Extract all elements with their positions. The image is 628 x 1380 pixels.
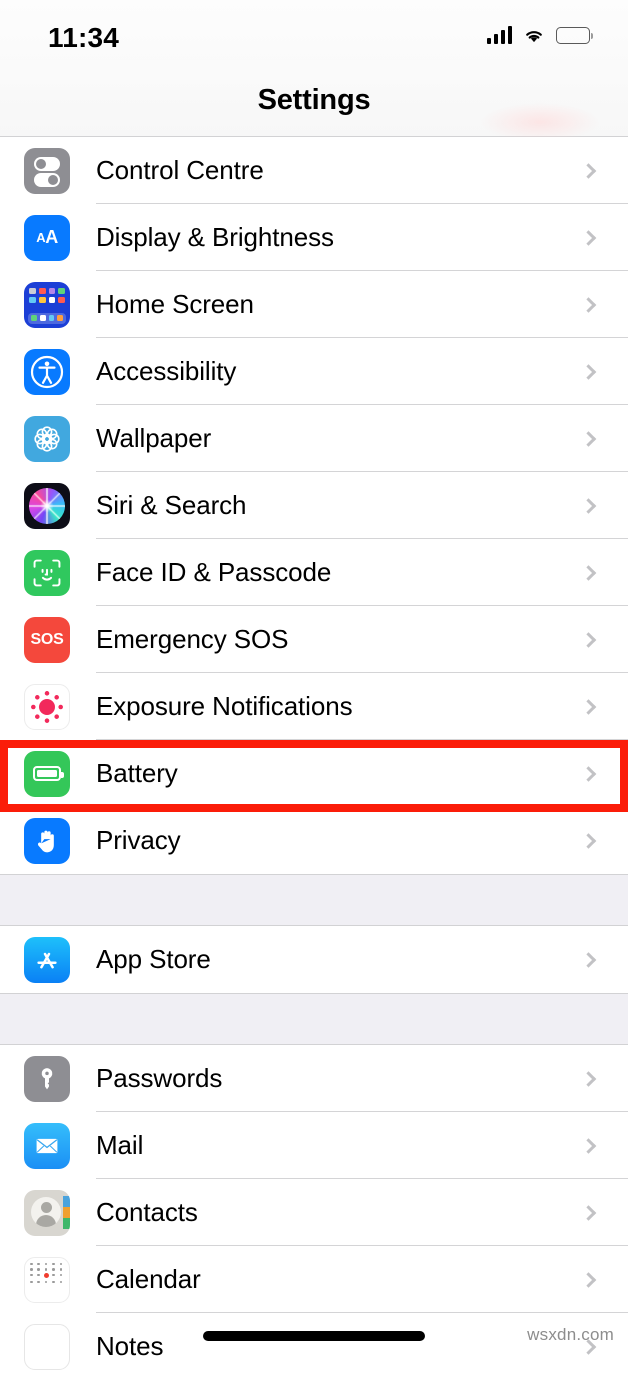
settings-row-label: Home Screen bbox=[96, 289, 254, 319]
settings-row-control-centre[interactable]: Control Centre bbox=[0, 137, 628, 204]
chevron-right-icon bbox=[580, 631, 597, 648]
settings-row-mail[interactable]: Mail bbox=[0, 1112, 628, 1179]
home-screen-icon bbox=[24, 281, 70, 328]
app-store-icon bbox=[24, 936, 70, 983]
group-spacer bbox=[0, 874, 628, 926]
watermark: wsxdn.com bbox=[527, 1325, 614, 1344]
chevron-right-icon bbox=[580, 229, 597, 246]
settings-row-label: Control Centre bbox=[96, 155, 264, 185]
wifi-icon bbox=[523, 27, 545, 44]
settings-row-wallpaper[interactable]: Wallpaper bbox=[0, 405, 628, 472]
navigation-bar: Settings bbox=[0, 72, 628, 142]
settings-row-app-store[interactable]: App Store bbox=[0, 926, 628, 993]
chevron-right-icon bbox=[580, 296, 597, 313]
settings-row-passwords[interactable]: Passwords bbox=[0, 1045, 628, 1112]
chevron-right-icon bbox=[580, 698, 597, 715]
cellular-signal-icon bbox=[486, 26, 512, 44]
chevron-right-icon bbox=[580, 430, 597, 447]
chevron-right-icon bbox=[580, 1137, 597, 1154]
chevron-right-icon bbox=[580, 832, 597, 849]
emergency-sos-icon: SOS bbox=[24, 616, 70, 663]
group-spacer bbox=[0, 993, 628, 1045]
settings-row-label: Battery bbox=[96, 758, 178, 788]
chevron-right-icon bbox=[580, 497, 597, 514]
settings-row-label: Contacts bbox=[96, 1197, 198, 1227]
status-bar: 11:34 bbox=[0, 0, 628, 72]
privacy-icon bbox=[24, 817, 70, 864]
chevron-right-icon bbox=[580, 162, 597, 179]
chevron-right-icon bbox=[580, 951, 597, 968]
settings-row-battery[interactable]: Battery bbox=[0, 740, 628, 807]
settings-row-label: Display & Brightness bbox=[96, 222, 334, 252]
settings-row-privacy[interactable]: Privacy bbox=[0, 807, 628, 874]
settings-row-siri-search[interactable]: Siri & Search bbox=[0, 472, 628, 539]
settings-group-store: App Store bbox=[0, 926, 628, 993]
chevron-right-icon bbox=[580, 363, 597, 380]
calendar-icon bbox=[24, 1256, 70, 1303]
face-id-icon bbox=[24, 549, 70, 596]
mail-icon bbox=[24, 1122, 70, 1169]
battery-icon bbox=[556, 26, 594, 44]
settings-row-emergency-sos[interactable]: SOS Emergency SOS bbox=[0, 606, 628, 673]
chevron-right-icon bbox=[580, 1070, 597, 1087]
accessibility-icon bbox=[24, 348, 70, 395]
settings-row-contacts[interactable]: Contacts bbox=[0, 1179, 628, 1246]
chevron-right-icon bbox=[580, 1204, 597, 1221]
settings-row-label: App Store bbox=[96, 944, 211, 974]
chevron-right-icon bbox=[580, 564, 597, 581]
siri-search-icon bbox=[24, 482, 70, 529]
contacts-icon bbox=[24, 1189, 70, 1236]
status-bar-indicators bbox=[486, 26, 594, 44]
chevron-right-icon bbox=[580, 765, 597, 782]
display-brightness-icon: AA bbox=[24, 214, 70, 261]
control-centre-icon bbox=[24, 147, 70, 194]
exposure-notifications-icon bbox=[24, 683, 70, 730]
settings-row-label: Mail bbox=[96, 1130, 144, 1160]
wallpaper-icon bbox=[24, 415, 70, 462]
settings-row-display-brightness[interactable]: AA Display & Brightness bbox=[0, 204, 628, 271]
settings-row-label: Calendar bbox=[96, 1264, 201, 1294]
settings-group-system: Control Centre AA Display & Brightness H… bbox=[0, 137, 628, 874]
settings-row-label: Emergency SOS bbox=[96, 624, 289, 654]
status-bar-time: 11:34 bbox=[48, 22, 120, 53]
settings-row-label: Privacy bbox=[96, 825, 181, 855]
chevron-right-icon bbox=[580, 1271, 597, 1288]
settings-row-label: Notes bbox=[96, 1331, 164, 1361]
settings-row-face-id[interactable]: Face ID & Passcode bbox=[0, 539, 628, 606]
settings-row-accessibility[interactable]: Accessibility bbox=[0, 338, 628, 405]
settings-row-label: Siri & Search bbox=[96, 490, 247, 520]
home-indicator[interactable] bbox=[203, 1331, 425, 1341]
settings-row-label: Passwords bbox=[96, 1063, 223, 1093]
settings-row-label: Accessibility bbox=[96, 356, 237, 386]
battery-settings-icon bbox=[24, 750, 70, 797]
page-title: Settings bbox=[257, 84, 371, 116]
settings-row-label: Exposure Notifications bbox=[96, 691, 353, 721]
settings-row-label: Face ID & Passcode bbox=[96, 557, 332, 587]
notes-icon bbox=[24, 1323, 70, 1370]
settings-row-home-screen[interactable]: Home Screen bbox=[0, 271, 628, 338]
settings-row-label: Wallpaper bbox=[96, 423, 212, 453]
settings-row-calendar[interactable]: Calendar bbox=[0, 1246, 628, 1313]
settings-row-notes[interactable]: Notes bbox=[0, 1313, 628, 1380]
passwords-icon bbox=[24, 1055, 70, 1102]
settings-row-exposure-notifications[interactable]: Exposure Notifications bbox=[0, 673, 628, 740]
